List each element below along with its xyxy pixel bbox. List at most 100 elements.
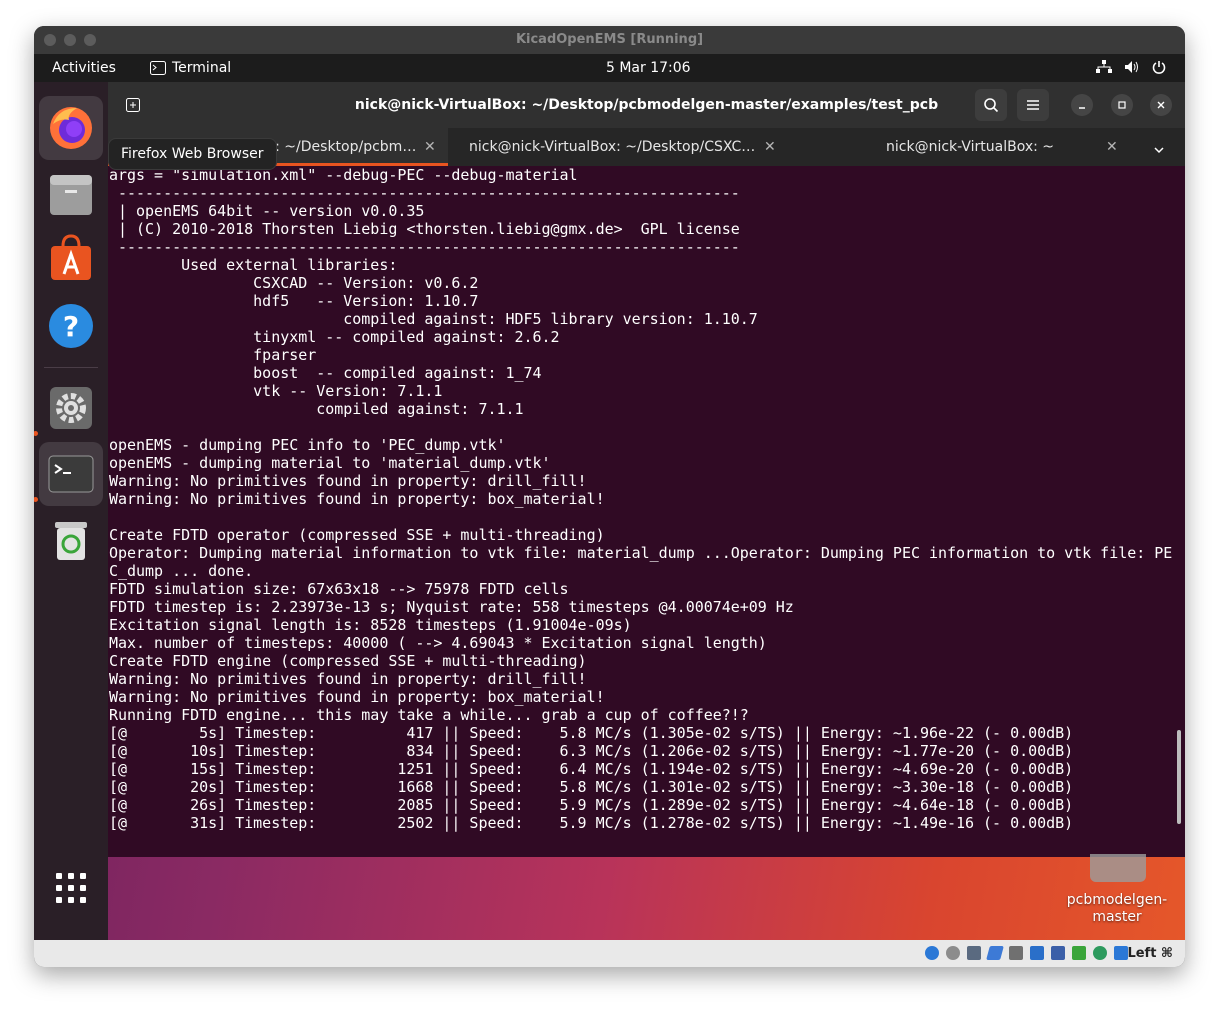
cpu-icon[interactable] [1093, 946, 1107, 960]
chevron-down-icon [1154, 147, 1164, 154]
search-button[interactable] [975, 89, 1007, 121]
dock-separator [44, 367, 98, 368]
firefox-launcher[interactable] [39, 96, 103, 160]
tab-close-icon[interactable]: ✕ [1106, 128, 1118, 166]
terminal-line: [@ 5s] Timestep: 417 || Speed: 5.8 MC/s … [109, 724, 1074, 742]
shared-folders-icon[interactable] [1030, 946, 1044, 960]
terminal-line: compiled against: 7.1.1 [109, 400, 524, 418]
vbox-statusbar: Left ⌘ [34, 940, 1185, 967]
minimize-icon [1079, 107, 1085, 109]
terminal-launcher[interactable] [39, 442, 103, 506]
optical-drive-icon[interactable] [946, 946, 960, 960]
vbox-title: KicadOpenEMS [Running] [515, 32, 704, 47]
tab-close-icon[interactable]: ✕ [764, 128, 776, 166]
software-launcher[interactable] [39, 228, 103, 292]
files-icon [50, 175, 92, 215]
terminal-line: Operator: Dumping material information t… [109, 544, 1173, 562]
tab-label: nick@nick-VirtualBox: ~ [886, 139, 1055, 155]
terminal-headerbar: nick@nick-VirtualBox: ~/Desktop/pcbmodel… [108, 82, 1185, 128]
terminal-line: [@ 15s] Timestep: 1251 || Speed: 6.4 MC/… [109, 760, 1074, 778]
close-icon [1157, 101, 1165, 109]
audio-icon[interactable] [967, 946, 981, 960]
terminal-line: Used external libraries: [109, 256, 398, 274]
terminal-icon [48, 455, 94, 493]
terminal-window: nick@nick-VirtualBox: ~/Desktop/pcbmodel… [108, 82, 1185, 857]
activities-button[interactable]: Activities [52, 54, 116, 82]
scrollbar[interactable] [1177, 730, 1181, 824]
terminal-line: Running FDTD engine... this may take a w… [109, 706, 749, 724]
terminal-line: Warning: No primitives found in property… [109, 490, 605, 508]
terminal-line: FDTD simulation size: 67x63x18 --> 75978… [109, 580, 569, 598]
settings-launcher[interactable] [39, 376, 103, 440]
terminal-line: ----------------------------------------… [109, 184, 740, 202]
maximize-icon [1118, 101, 1126, 109]
terminal-icon [150, 61, 166, 75]
terminal-line: FDTD timestep is: 2.23973e-13 s; Nyquist… [109, 598, 794, 616]
tab-close-icon[interactable]: ✕ [424, 128, 436, 166]
terminal-line: Warning: No primitives found in property… [109, 472, 587, 490]
tab-2[interactable]: nick@nick-VirtualBox: ~/Desktop/CSXC… ✕ [449, 128, 789, 166]
tab-overflow-button[interactable] [1153, 141, 1165, 160]
terminal-line: hdf5 -- Version: 1.10.7 [109, 292, 479, 310]
show-apps-button[interactable] [39, 856, 103, 920]
terminal-line: C_dump ... done. [109, 562, 254, 580]
terminal-line: | openEMS 64bit -- version v0.0.35 [109, 202, 425, 220]
vbox-titlebar: KicadOpenEMS [Running] [34, 26, 1185, 54]
terminal-line: openEMS - dumping material to 'material_… [109, 454, 551, 472]
recording-icon[interactable] [1072, 946, 1086, 960]
host-key-label: Left ⌘ [1127, 946, 1173, 961]
terminal-line: ----------------------------------------… [109, 238, 740, 256]
maximize-button[interactable] [1111, 94, 1133, 116]
folder-icon[interactable] [1090, 854, 1146, 882]
terminal-line: fparser [109, 346, 317, 364]
terminal-line: Create FDTD operator (compressed SSE + m… [109, 526, 605, 544]
zoom-window-button[interactable] [84, 34, 96, 46]
network-adapter-icon[interactable] [986, 946, 1004, 960]
tab-label: nick@nick-VirtualBox: ~/Desktop/CSXC… [469, 139, 756, 155]
display-icon[interactable] [1051, 946, 1065, 960]
network-icon[interactable] [1096, 60, 1112, 74]
files-launcher[interactable] [39, 162, 103, 226]
terminal-line: CSXCAD -- Version: v0.6.2 [109, 274, 479, 292]
app-menu[interactable]: Terminal [150, 54, 231, 82]
terminal-line: vtk -- Version: 7.1.1 [109, 382, 443, 400]
virtualbox-window: KicadOpenEMS [Running] Activities Termin… [34, 26, 1185, 967]
gear-icon [50, 387, 92, 429]
hamburger-icon [1027, 100, 1039, 110]
terminal-line: Warning: No primitives found in property… [109, 670, 587, 688]
terminal-line: [@ 31s] Timestep: 2502 || Speed: 5.9 MC/… [109, 814, 1074, 832]
running-indicator [34, 497, 38, 502]
gnome-top-bar: Activities Terminal 5 Mar 17:06 [34, 54, 1185, 82]
terminal-line: [@ 10s] Timestep: 834 || Speed: 6.3 MC/s… [109, 742, 1074, 760]
terminal-line: compiled against: HDF5 library version: … [109, 310, 758, 328]
desktop-folder-label[interactable]: pcbmodelgen-master [1052, 892, 1182, 926]
terminal-line: | (C) 2010-2018 Thorsten Liebig <thorste… [109, 220, 740, 238]
app-store-icon [51, 234, 91, 280]
clock[interactable]: 5 Mar 17:06 [606, 54, 691, 82]
power-icon[interactable] [1152, 60, 1166, 74]
mouse-integration-icon[interactable] [1114, 946, 1128, 960]
search-icon [984, 98, 999, 113]
minimize-button[interactable] [1071, 94, 1093, 116]
close-button[interactable] [1150, 94, 1172, 116]
terminal-line: [@ 26s] Timestep: 2085 || Speed: 5.9 MC/… [109, 796, 1074, 814]
tab-3[interactable]: nick@nick-VirtualBox: ~ ✕ [790, 128, 1130, 166]
terminal-line: Warning: No primitives found in property… [109, 688, 605, 706]
terminal-line: Excitation signal length is: 8528 timest… [109, 616, 632, 634]
trash-icon [55, 522, 87, 560]
hard-disk-icon[interactable] [925, 946, 939, 960]
usb-icon[interactable] [1009, 946, 1023, 960]
minimize-window-button[interactable] [64, 34, 76, 46]
terminal-line: [@ 20s] Timestep: 1668 || Speed: 5.8 MC/… [109, 778, 1074, 796]
help-launcher[interactable]: ? [39, 294, 103, 358]
menu-button[interactable] [1017, 89, 1049, 121]
terminal-output[interactable]: args = "simulation.xml" --debug-PEC --de… [109, 166, 1179, 856]
ubuntu-desktop: Activities Terminal 5 Mar 17:06 ? nick@n… [34, 54, 1185, 940]
dock: ? [34, 82, 108, 940]
close-window-button[interactable] [44, 34, 56, 46]
trash-launcher[interactable] [39, 508, 103, 572]
volume-icon[interactable] [1124, 60, 1140, 74]
tooltip: Firefox Web Browser [108, 138, 277, 170]
